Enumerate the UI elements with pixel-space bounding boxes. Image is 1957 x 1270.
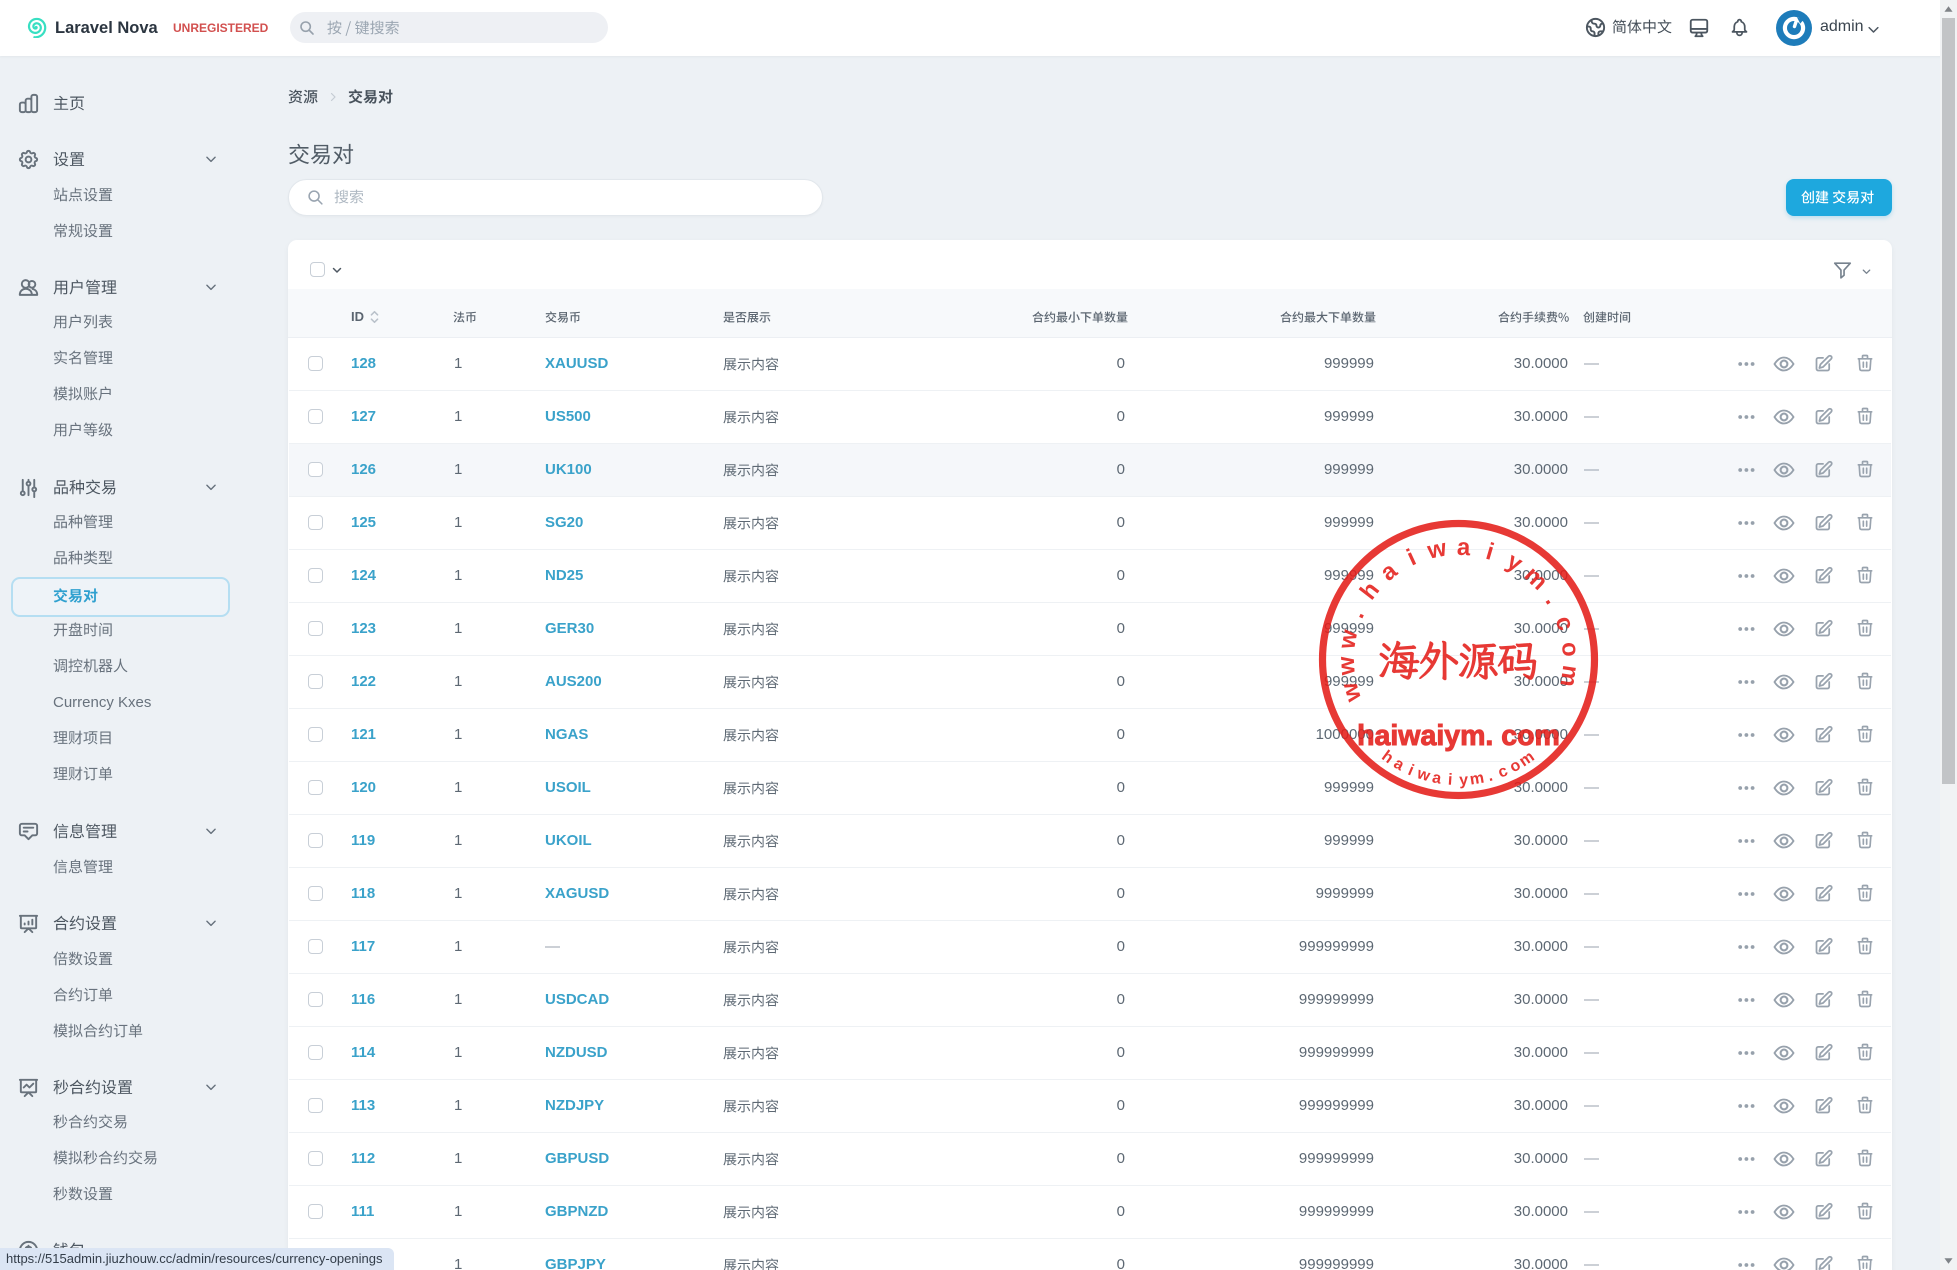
svg-text:a: a (1391, 755, 1407, 774)
svg-text:y: y (1502, 547, 1528, 577)
svg-text:w: w (1333, 627, 1363, 652)
svg-text:c: c (1550, 613, 1580, 634)
svg-text:h: h (1355, 577, 1385, 605)
svg-text:w: w (1414, 765, 1432, 785)
svg-text:m: m (1519, 561, 1553, 595)
svg-text:w: w (1333, 655, 1361, 677)
svg-text:i: i (1405, 762, 1416, 779)
svg-text:.: . (1486, 768, 1495, 786)
svg-text:m: m (1554, 664, 1584, 689)
svg-text:.: . (1343, 605, 1370, 622)
svg-text:m: m (1469, 770, 1486, 789)
svg-text:a: a (1375, 557, 1403, 587)
svg-text:y: y (1459, 772, 1469, 789)
svg-text:w: w (1424, 534, 1449, 564)
svg-text:.: . (1540, 589, 1566, 609)
svg-text:i: i (1447, 772, 1453, 789)
svg-text:a: a (1456, 534, 1471, 562)
svg-text:a: a (1431, 769, 1443, 787)
svg-text:o: o (1556, 641, 1584, 658)
svg-text:w: w (1336, 679, 1368, 706)
svg-text:haiwaiym. com: haiwaiym. com (1357, 720, 1560, 752)
svg-text:i: i (1483, 538, 1497, 566)
svg-text:i: i (1403, 544, 1420, 571)
